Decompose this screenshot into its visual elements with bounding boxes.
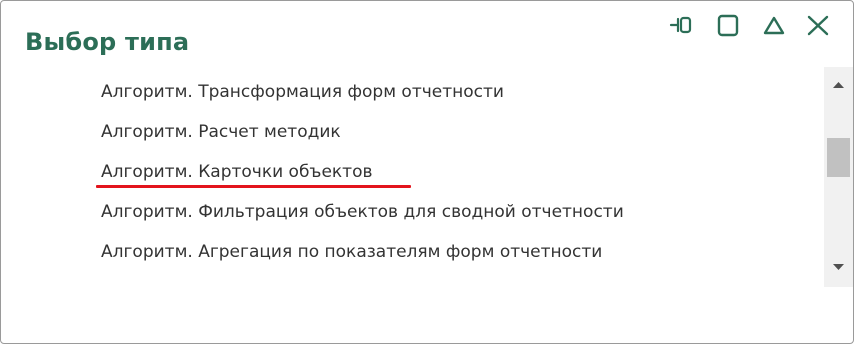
type-selection-dialog: Выбор типа Алгоритм. Трансформация форм …	[0, 0, 854, 344]
pin-icon	[665, 11, 697, 41]
scroll-up-button[interactable]	[824, 73, 853, 95]
maximize-icon	[712, 11, 744, 41]
close-button[interactable]	[802, 11, 834, 41]
arrow-up-icon	[824, 82, 853, 99]
pin-button[interactable]	[665, 11, 697, 41]
close-icon	[802, 11, 834, 41]
vertical-scrollbar[interactable]	[824, 67, 853, 287]
type-list: Алгоритм. Трансформация форм отчетности …	[3, 67, 823, 287]
maximize-button[interactable]	[712, 11, 744, 41]
scroll-down-button[interactable]	[824, 256, 853, 278]
scroll-thumb[interactable]	[827, 138, 850, 177]
list-item[interactable]: Алгоритм. Трансформация форм отчетности	[101, 77, 504, 107]
list-item[interactable]: Алгоритм. Агрегация по показателям форм …	[101, 237, 602, 267]
highlight-underline	[96, 185, 411, 188]
arrow-down-icon	[824, 264, 853, 282]
list-item[interactable]: Алгоритм. Расчет методик	[101, 117, 341, 147]
list-item[interactable]: Алгоритм. Фильтрация объектов для сводно…	[101, 197, 624, 227]
list-item-selected[interactable]: Алгоритм. Карточки объектов	[101, 157, 373, 187]
collapse-icon	[758, 11, 790, 41]
collapse-button[interactable]	[758, 11, 790, 41]
dialog-title: Выбор типа	[25, 28, 190, 56]
